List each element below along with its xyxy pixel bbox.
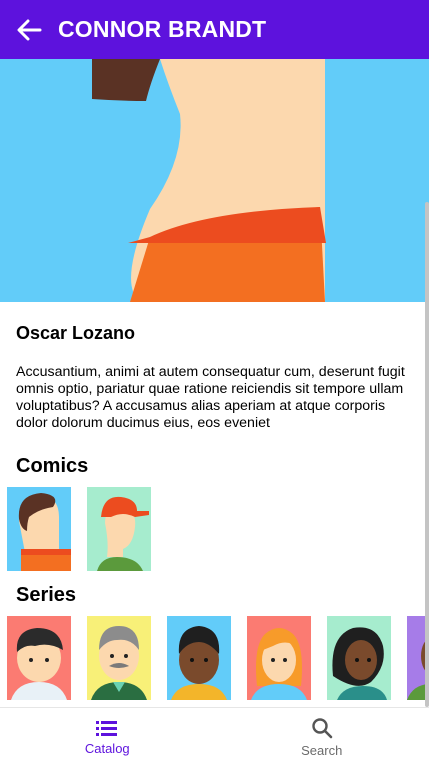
list-icon [96, 720, 118, 736]
comics-section-title: Comics [16, 455, 89, 477]
nav-catalog[interactable]: Catalog [0, 708, 215, 766]
comic-thumbnail[interactable] [87, 487, 151, 571]
nav-search-label: Search [301, 742, 343, 758]
character-description: Accusantium, animi at autem consequatur … [16, 364, 405, 431]
character-name: Oscar Lozano [16, 323, 136, 343]
bottom-navigation: Catalog Search [0, 707, 429, 766]
series-section-title: Series [16, 584, 77, 606]
series-thumbnail[interactable] [327, 616, 391, 700]
hero-avatar-image [0, 59, 429, 302]
series-thumbnail[interactable] [247, 616, 311, 700]
app-bar: CONNOR BRANDT [0, 0, 429, 59]
nav-search[interactable]: Search [215, 708, 429, 766]
comic-thumbnail[interactable] [7, 487, 71, 571]
detail-content[interactable]: Oscar Lozano Accusantium, animi at autem… [0, 59, 429, 707]
series-thumbnail[interactable] [7, 616, 71, 700]
series-thumbnail[interactable] [87, 616, 151, 700]
scrollbar[interactable] [425, 202, 429, 707]
series-thumbnail[interactable] [167, 616, 231, 700]
back-button[interactable] [0, 0, 58, 59]
nav-catalog-label: Catalog [84, 740, 130, 756]
arrow-back-icon [17, 19, 42, 40]
page-title: CONNOR BRANDT [58, 16, 267, 42]
search-icon [312, 717, 333, 738]
